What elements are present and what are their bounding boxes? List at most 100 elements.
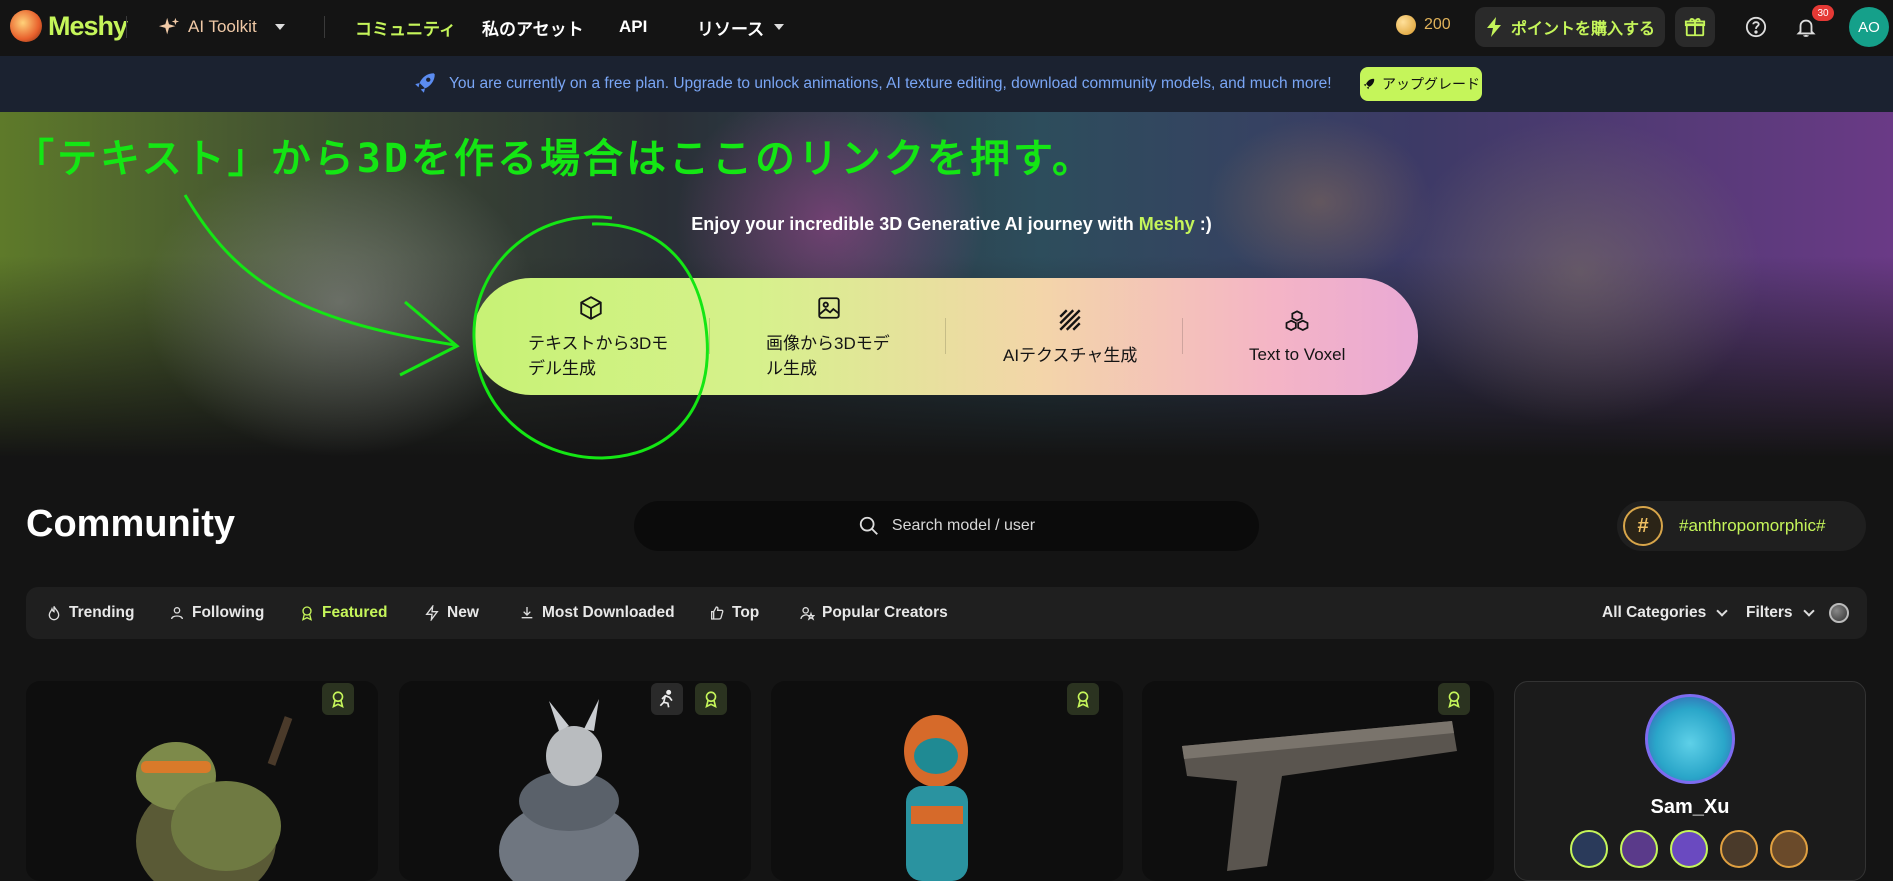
option-label: AIテクスチャ生成 bbox=[1003, 346, 1138, 365]
tagline-pre: Enjoy your incredible 3D Generative AI j… bbox=[691, 214, 1139, 234]
trending-tag[interactable]: # #anthropomorphic# bbox=[1617, 501, 1866, 551]
upgrade-label: アップグレード bbox=[1382, 76, 1480, 92]
download-icon bbox=[521, 607, 533, 619]
divider bbox=[324, 16, 325, 38]
option-image-to-3d[interactable]: 画像から3Dモデ ル生成 bbox=[766, 278, 890, 395]
logo[interactable]: Meshy bbox=[10, 10, 128, 42]
rocket-icon bbox=[1363, 78, 1375, 90]
search-icon bbox=[859, 516, 878, 535]
creator-model-thumb[interactable] bbox=[1720, 830, 1758, 868]
view-toggle[interactable] bbox=[1829, 603, 1849, 623]
user-icon bbox=[171, 607, 183, 620]
nav-resources[interactable]: リソース bbox=[697, 0, 785, 54]
annotation-arrow bbox=[183, 194, 460, 377]
ai-toolkit-menu[interactable]: AI Toolkit bbox=[158, 0, 285, 54]
model-card[interactable] bbox=[771, 681, 1123, 881]
voxel-icon bbox=[1285, 309, 1309, 331]
creator-avatar[interactable] bbox=[1645, 694, 1735, 784]
tab-label: Most Downloaded bbox=[542, 604, 675, 621]
chevron-down-icon bbox=[1716, 605, 1728, 617]
gift-button[interactable] bbox=[1675, 7, 1715, 47]
tab-label: Trending bbox=[69, 604, 135, 621]
user-star-icon bbox=[800, 607, 815, 621]
nav-api[interactable]: API bbox=[619, 0, 647, 54]
tag-label: #anthropomorphic# bbox=[1679, 516, 1826, 535]
tab-popular-creators[interactable]: Popular Creators bbox=[799, 587, 948, 639]
tab-label: Featured bbox=[322, 604, 388, 621]
thumbs-up-icon bbox=[711, 606, 724, 620]
flame-icon bbox=[48, 606, 60, 621]
rocket-icon bbox=[415, 73, 435, 93]
upgrade-button[interactable]: アップグレード bbox=[1360, 67, 1482, 101]
tab-label: New bbox=[447, 604, 479, 621]
divider bbox=[945, 318, 946, 354]
creator-model-thumb[interactable] bbox=[1570, 830, 1608, 868]
award-icon bbox=[332, 691, 344, 708]
sparkle-icon bbox=[158, 17, 180, 35]
tab-featured[interactable]: Featured bbox=[299, 587, 387, 639]
award-icon bbox=[1077, 691, 1089, 708]
creator-card[interactable]: Sam_Xu bbox=[1514, 681, 1866, 881]
option-label: ル生成 bbox=[766, 358, 817, 378]
community-title: Community bbox=[26, 503, 235, 545]
nav-community[interactable]: コミュニティ bbox=[355, 0, 456, 54]
top-nav: Meshy AI Toolkit コミュニティ 私のアセット API リソース … bbox=[0, 0, 1893, 54]
chevron-down-icon bbox=[1802, 605, 1815, 617]
filters-dropdown[interactable]: Filters bbox=[1746, 587, 1815, 639]
search-input[interactable]: Search model / user bbox=[634, 501, 1259, 551]
user-avatar[interactable]: AO bbox=[1849, 7, 1889, 47]
tab-label: Popular Creators bbox=[822, 604, 948, 621]
running-icon bbox=[659, 689, 673, 708]
upgrade-banner: You are currently on a free plan. Upgrad… bbox=[0, 56, 1893, 112]
banner-text: You are currently on a free plan. Upgrad… bbox=[449, 75, 1332, 92]
buy-points-button[interactable]: ポイントを購入する bbox=[1475, 7, 1665, 47]
model-card[interactable] bbox=[26, 681, 378, 881]
creator-name[interactable]: Sam_Xu bbox=[1515, 796, 1865, 819]
gift-icon bbox=[1684, 18, 1706, 37]
tab-trending[interactable]: Trending bbox=[46, 587, 134, 639]
texture-icon bbox=[1059, 309, 1081, 331]
filters-label: Filters bbox=[1746, 604, 1793, 621]
help-icon bbox=[1745, 16, 1767, 38]
filter-bar: Trending Following Featured New Most Dow… bbox=[26, 587, 1867, 639]
model-card[interactable] bbox=[399, 681, 751, 881]
tab-new[interactable]: New bbox=[424, 587, 479, 639]
chevron-down-icon bbox=[774, 24, 785, 30]
featured-badge bbox=[322, 683, 354, 715]
nav-my-assets[interactable]: 私のアセット bbox=[482, 0, 584, 54]
notification-badge: 30 bbox=[1812, 5, 1834, 21]
model-card[interactable] bbox=[1142, 681, 1494, 881]
divider bbox=[1182, 318, 1183, 354]
option-text-to-voxel[interactable]: Text to Voxel bbox=[1249, 278, 1345, 395]
award-icon bbox=[705, 691, 717, 708]
tab-most-downloaded[interactable]: Most Downloaded bbox=[519, 587, 675, 639]
logo-text: Meshy bbox=[48, 10, 128, 41]
tab-label: Following bbox=[192, 604, 265, 621]
creator-model-thumb[interactable] bbox=[1770, 830, 1808, 868]
resources-label: リソース bbox=[697, 19, 765, 39]
option-label: 画像から3Dモデ bbox=[766, 333, 890, 353]
option-ai-texture[interactable]: AIテクスチャ生成 bbox=[1003, 278, 1137, 395]
option-label: Text to Voxel bbox=[1249, 344, 1346, 364]
divider bbox=[126, 16, 127, 38]
award-icon bbox=[302, 606, 312, 621]
credits-display[interactable]: 200 bbox=[1396, 15, 1451, 35]
chevron-down-icon bbox=[274, 24, 285, 30]
award-icon bbox=[1448, 691, 1460, 708]
buy-points-label: ポイントを購入する bbox=[1510, 21, 1655, 38]
categories-dropdown[interactable]: All Categories bbox=[1602, 587, 1728, 639]
tab-top[interactable]: Top bbox=[709, 587, 759, 639]
annotation-circle bbox=[472, 215, 709, 460]
tab-following[interactable]: Following bbox=[169, 587, 264, 639]
image-icon bbox=[818, 296, 840, 319]
creator-model-thumb[interactable] bbox=[1620, 830, 1658, 868]
tab-label: Top bbox=[732, 604, 760, 621]
annotation-text: 「テキスト」から3Dを作る場合はここのリンクを押す。 bbox=[14, 136, 1095, 182]
search-placeholder: Search model / user bbox=[891, 517, 1036, 534]
credits-value: 200 bbox=[1424, 16, 1451, 33]
coin-icon bbox=[1396, 15, 1416, 35]
help-button[interactable] bbox=[1736, 7, 1776, 47]
hashtag-icon: # bbox=[1623, 506, 1663, 546]
creator-model-thumb[interactable] bbox=[1670, 830, 1708, 868]
logo-icon bbox=[10, 10, 42, 42]
